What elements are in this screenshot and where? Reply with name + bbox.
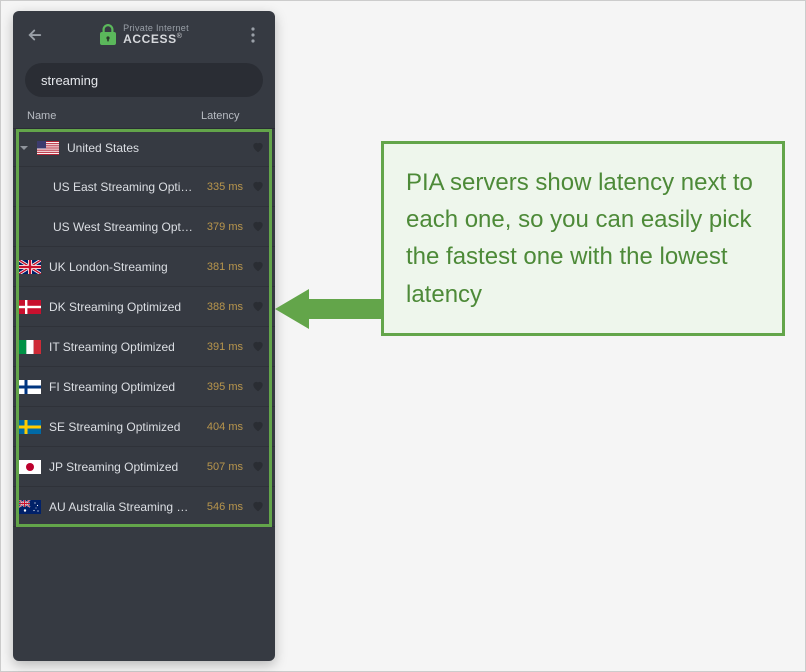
- server-row[interactable]: JP Streaming Optimized 507 ms: [13, 447, 275, 487]
- server-group-us[interactable]: United States: [13, 129, 275, 167]
- server-name: FI Streaming Optimized: [49, 380, 193, 394]
- favorite-icon[interactable]: [251, 299, 267, 315]
- server-name: US East Streaming Optimiz…: [53, 180, 193, 194]
- server-latency: 395 ms: [201, 381, 243, 393]
- flag-icon: [19, 300, 41, 314]
- column-headers: Name Latency: [13, 107, 275, 129]
- server-row[interactable]: FI Streaming Optimized 395 ms: [13, 367, 275, 407]
- server-name: US West Streaming Optimiz…: [53, 220, 193, 234]
- favorite-icon[interactable]: [251, 379, 267, 395]
- flag-icon: [19, 260, 41, 274]
- search-input[interactable]: [25, 63, 263, 97]
- column-latency[interactable]: Latency: [201, 110, 261, 122]
- server-name: UK London-Streaming: [49, 260, 193, 274]
- favorite-icon[interactable]: [251, 179, 267, 195]
- server-latency: 388 ms: [201, 301, 243, 313]
- flag-icon-us: [37, 141, 59, 155]
- more-menu-button[interactable]: [237, 19, 269, 51]
- server-name: AU Australia Streaming O…: [49, 500, 193, 514]
- lock-icon: [99, 24, 117, 46]
- favorite-icon[interactable]: [251, 219, 267, 235]
- server-name: DK Streaming Optimized: [49, 300, 193, 314]
- group-label: United States: [67, 141, 193, 155]
- favorite-icon[interactable]: [251, 419, 267, 435]
- flag-icon: [19, 500, 41, 514]
- server-row[interactable]: DK Streaming Optimized 388 ms: [13, 287, 275, 327]
- favorite-icon[interactable]: [251, 499, 267, 515]
- pia-app-window: Private Internet ACCESS® Name Latency Un…: [13, 11, 275, 661]
- chevron-down-icon: [19, 143, 29, 153]
- flag-icon: [19, 340, 41, 354]
- back-button[interactable]: [19, 19, 51, 51]
- server-latency: 404 ms: [201, 421, 243, 433]
- server-name: JP Streaming Optimized: [49, 460, 193, 474]
- app-header: Private Internet ACCESS®: [13, 11, 275, 59]
- server-row[interactable]: SE Streaming Optimized 404 ms: [13, 407, 275, 447]
- server-row[interactable]: UK London-Streaming 381 ms: [13, 247, 275, 287]
- annotation-callout: PIA servers show latency next to each on…: [381, 141, 785, 336]
- favorite-icon[interactable]: [251, 140, 267, 156]
- server-name: SE Streaming Optimized: [49, 420, 193, 434]
- server-latency: 507 ms: [201, 461, 243, 473]
- callout-text: PIA servers show latency next to each on…: [406, 169, 753, 308]
- server-list: United States US East Streaming Optimiz……: [13, 129, 275, 661]
- favorite-icon[interactable]: [251, 459, 267, 475]
- favorite-icon[interactable]: [251, 339, 267, 355]
- server-latency: 381 ms: [201, 261, 243, 273]
- server-latency: 335 ms: [201, 181, 243, 193]
- server-row[interactable]: US East Streaming Optimiz… 335 ms: [13, 167, 275, 207]
- favorite-icon[interactable]: [251, 259, 267, 275]
- search-container: [13, 59, 275, 107]
- server-latency: 379 ms: [201, 221, 243, 233]
- flag-icon: [19, 420, 41, 434]
- flag-icon: [19, 380, 41, 394]
- brand-logo: Private Internet ACCESS®: [57, 24, 231, 47]
- server-row[interactable]: US West Streaming Optimiz… 379 ms: [13, 207, 275, 247]
- server-latency: 546 ms: [201, 501, 243, 513]
- column-name[interactable]: Name: [27, 110, 201, 122]
- server-row[interactable]: IT Streaming Optimized 391 ms: [13, 327, 275, 367]
- flag-icon: [19, 460, 41, 474]
- server-latency: 391 ms: [201, 341, 243, 353]
- server-row[interactable]: AU Australia Streaming O… 546 ms: [13, 487, 275, 527]
- annotation-arrow-icon: [275, 283, 385, 335]
- server-name: IT Streaming Optimized: [49, 340, 193, 354]
